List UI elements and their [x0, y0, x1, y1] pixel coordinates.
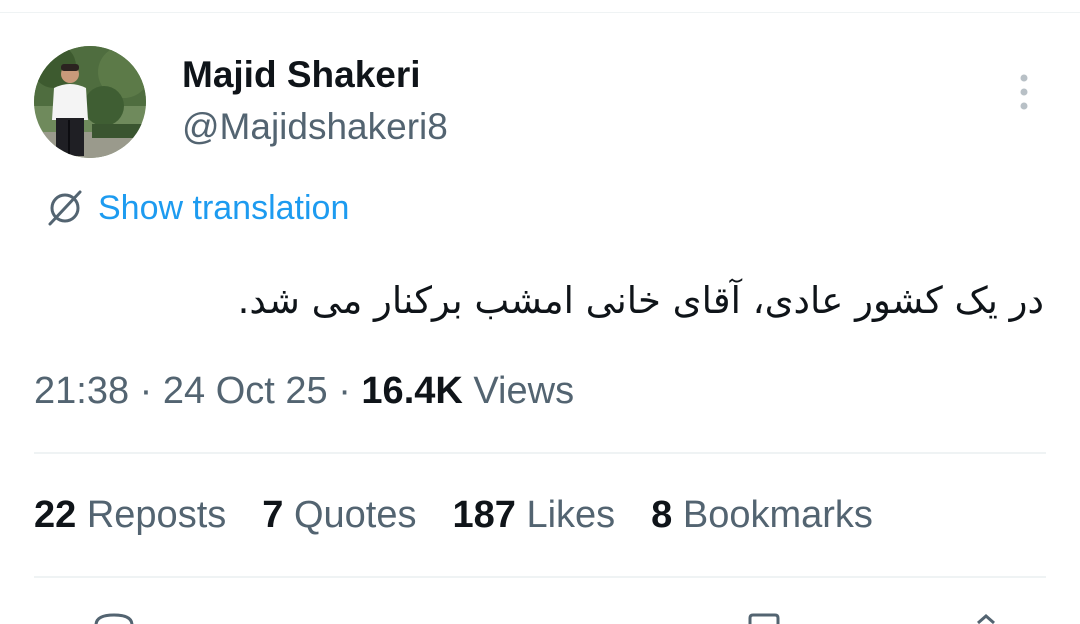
quotes-label: Quotes: [293, 494, 417, 536]
tweet-time[interactable]: 21:38: [34, 370, 129, 412]
likes-count: 187: [452, 494, 516, 536]
meta-divider: [34, 452, 1046, 454]
author-handle[interactable]: @Majidshakeri8: [182, 106, 448, 148]
reply-button[interactable]: [92, 612, 136, 624]
quotes-count: 7: [262, 494, 284, 536]
author-name[interactable]: Majid Shakeri: [182, 54, 421, 96]
stats-divider: [34, 576, 1046, 578]
quotes-stat[interactable]: 7 Quotes: [262, 494, 416, 537]
avatar[interactable]: [34, 46, 146, 158]
more-vertical-icon: [1020, 74, 1028, 110]
engagement-stats: 22 Reposts 7 Quotes 187 Likes 8 Bookmark…: [34, 494, 873, 537]
tweet-card: Majid Shakeri @Majidshakeri8 Show transl…: [0, 0, 1080, 624]
meta-separator: ·: [129, 370, 163, 412]
tweet-meta: 21:38 · 24 Oct 25 · 16.4K Views: [34, 370, 574, 413]
views-label: Views: [462, 370, 575, 412]
tweet-date[interactable]: 24 Oct 25: [163, 370, 328, 412]
share-button[interactable]: [966, 612, 1006, 624]
avatar-photo: [34, 46, 146, 158]
bookmarks-label: Bookmarks: [682, 494, 873, 536]
show-translation-label: Show translation: [98, 188, 350, 227]
reposts-stat[interactable]: 22 Reposts: [34, 494, 226, 537]
top-divider: [0, 12, 1080, 13]
tweet-text: در یک کشور عادی، آقای خانی امشب برکنار م…: [237, 279, 1044, 322]
reply-icon: [94, 613, 134, 624]
bookmarks-stat[interactable]: 8 Bookmarks: [651, 494, 873, 537]
show-translation-button[interactable]: Show translation: [46, 186, 349, 230]
share-icon: [977, 614, 995, 624]
likes-label: Likes: [526, 494, 616, 536]
reposts-count: 22: [34, 494, 77, 536]
meta-separator: ·: [327, 370, 362, 412]
bookmark-button[interactable]: [742, 612, 786, 624]
likes-stat[interactable]: 187 Likes: [452, 494, 615, 537]
bookmarks-count: 8: [651, 494, 673, 536]
reposts-label: Reposts: [86, 494, 227, 536]
translate-icon: [48, 190, 82, 226]
more-options-button[interactable]: [1008, 72, 1040, 112]
views-count[interactable]: 16.4K: [361, 370, 462, 412]
bookmark-icon: [748, 613, 780, 624]
